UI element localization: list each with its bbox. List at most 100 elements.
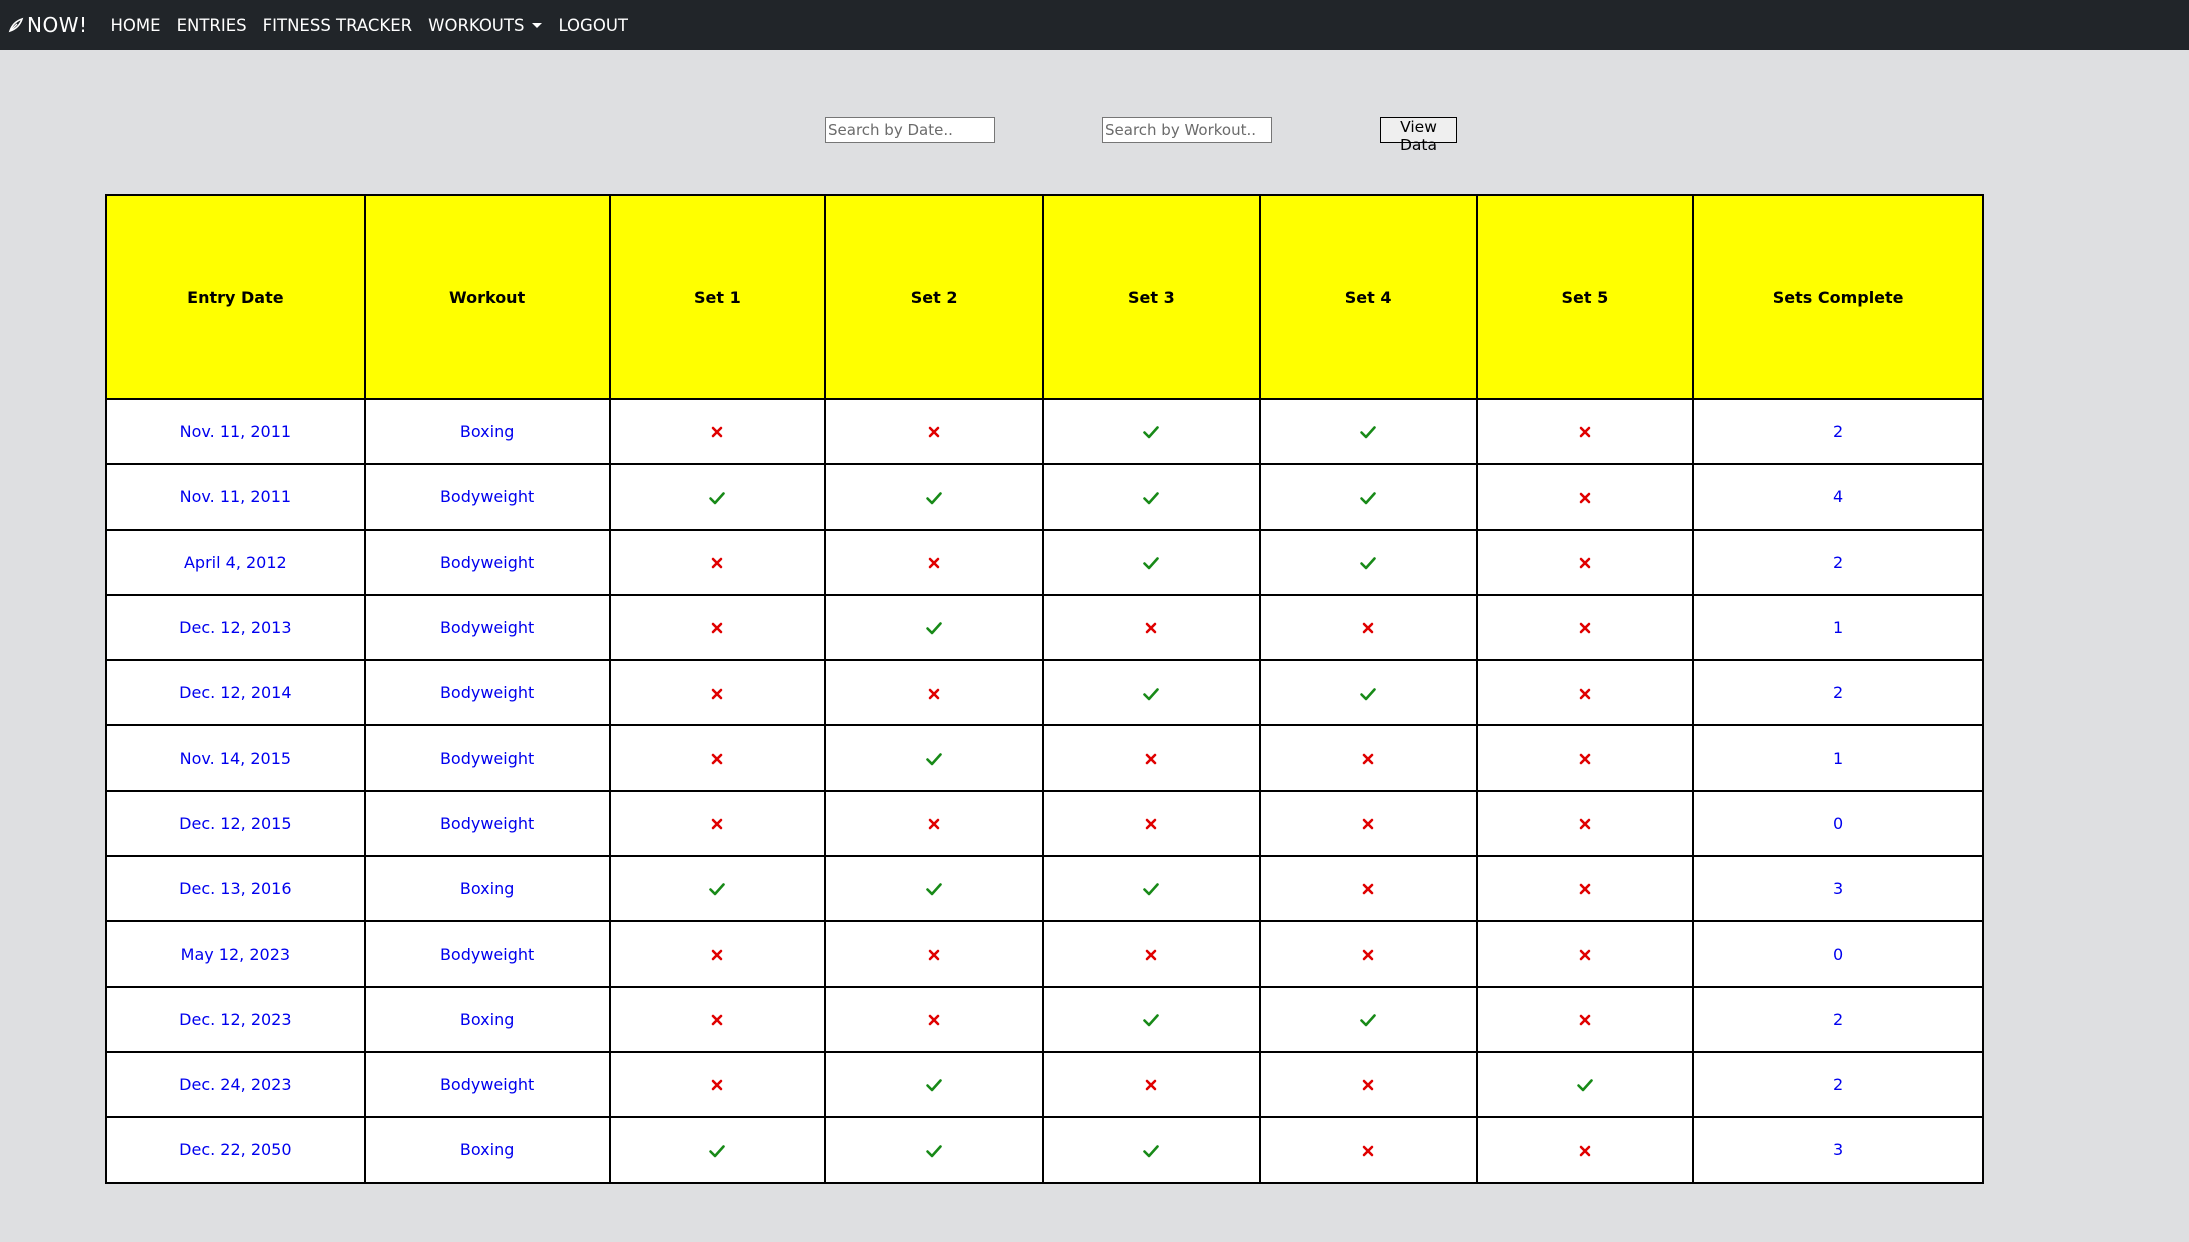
set-3-cell (1042, 985, 1261, 1053)
set-3-cell (1042, 463, 1261, 531)
cross-icon (1579, 949, 1591, 961)
set-2-cell (824, 463, 1044, 531)
nav-fitness-tracker-link[interactable]: FITNESS TRACKER (263, 16, 413, 35)
cross-icon (1579, 427, 1591, 438)
entry-date-cell[interactable]: Nov. 11, 2011 (105, 463, 366, 531)
cross-icon (1362, 1145, 1374, 1156)
cross-icon (1146, 622, 1157, 634)
set-1-cell (608, 985, 827, 1053)
sets-complete-cell[interactable]: 1 (1692, 724, 1984, 792)
check-icon (709, 883, 726, 896)
set-4-cell (1258, 789, 1478, 858)
check-icon (926, 622, 942, 635)
workout-cell[interactable]: Bodyweight (363, 789, 611, 858)
workout-cell[interactable]: Bodyweight (363, 593, 611, 662)
set-5-cell (1475, 463, 1695, 531)
set-5-cell (1475, 855, 1695, 923)
set-2-cell (824, 1116, 1044, 1184)
set-5-cell (1475, 528, 1695, 596)
nav-home-link[interactable]: HOME (111, 16, 161, 35)
brand-logo[interactable]: NOW! (8, 13, 88, 37)
entry-date-cell[interactable]: Nov. 14, 2015 (105, 724, 366, 792)
set-1-cell (608, 463, 827, 531)
set-3-cell (1042, 659, 1261, 727)
search-by-date-input[interactable] (825, 117, 995, 143)
cross-icon (712, 622, 723, 634)
entry-date-cell[interactable]: April 4, 2012 (105, 528, 366, 596)
sets-complete-cell[interactable]: 2 (1692, 528, 1984, 596)
header-entry-date[interactable]: Entry Date (105, 194, 366, 400)
workout-cell[interactable]: Bodyweight (363, 463, 611, 531)
header-workout[interactable]: Workout (363, 194, 611, 400)
set-4-cell (1258, 528, 1478, 596)
cross-icon (1362, 884, 1374, 895)
entry-date-cell[interactable]: Dec. 24, 2023 (105, 1050, 366, 1119)
sets-complete-cell[interactable]: 2 (1692, 659, 1984, 727)
workout-cell[interactable]: Bodyweight (363, 659, 611, 727)
workout-cell[interactable]: Boxing (363, 855, 611, 923)
set-3-cell (1042, 593, 1261, 662)
set-5-cell (1475, 1050, 1695, 1119)
header-set-5[interactable]: Set 5 (1475, 194, 1695, 400)
workout-cell[interactable]: Boxing (363, 1116, 611, 1184)
sets-complete-cell[interactable]: 3 (1692, 1116, 1984, 1184)
set-4-cell (1258, 985, 1478, 1053)
sets-complete-cell[interactable]: 0 (1692, 789, 1984, 858)
entry-date-cell[interactable]: Dec. 22, 2050 (105, 1116, 366, 1184)
entry-date-cell[interactable]: Nov. 11, 2011 (105, 397, 366, 466)
check-icon (926, 1144, 942, 1157)
check-icon (1143, 491, 1160, 504)
header-set-1[interactable]: Set 1 (608, 194, 827, 400)
workout-cell[interactable]: Bodyweight (363, 920, 611, 988)
cross-icon (712, 557, 723, 569)
nav-links: HOME ENTRIES FITNESS TRACKER WORKOUTS LO… (111, 16, 644, 35)
sets-complete-cell[interactable]: 3 (1692, 855, 1984, 923)
set-4-cell (1258, 1050, 1478, 1119)
header-set-3[interactable]: Set 3 (1042, 194, 1261, 400)
nav-logout-link[interactable]: LOGOUT (558, 16, 628, 35)
nav-entries-link[interactable]: ENTRIES (177, 16, 247, 35)
search-by-workout-input[interactable] (1102, 117, 1272, 143)
entry-date-cell[interactable]: Dec. 12, 2014 (105, 659, 366, 727)
set-5-cell (1475, 920, 1695, 988)
set-5-cell (1475, 659, 1695, 727)
entry-date-cell[interactable]: Dec. 12, 2015 (105, 789, 366, 858)
view-data-button[interactable]: View Data (1380, 117, 1457, 154)
table-row: Dec. 12, 2023 Boxing 2 (105, 985, 1984, 1053)
sets-complete-cell[interactable]: 0 (1692, 920, 1984, 988)
table-row: Dec. 24, 2023 Bodyweight 2 (105, 1050, 1984, 1119)
workout-cell[interactable]: Boxing (363, 985, 611, 1053)
cross-icon (928, 557, 940, 569)
workout-cell[interactable]: Bodyweight (363, 528, 611, 596)
set-3-cell (1042, 920, 1261, 988)
cross-icon (1362, 818, 1374, 830)
workout-cell[interactable]: Boxing (363, 397, 611, 466)
entry-date-cell[interactable]: Dec. 12, 2023 (105, 985, 366, 1053)
header-sets-complete[interactable]: Sets Complete (1692, 194, 1984, 400)
check-icon (1143, 426, 1160, 439)
sets-complete-cell[interactable]: 1 (1692, 593, 1984, 662)
cross-icon (928, 688, 940, 699)
sets-complete-cell[interactable]: 2 (1692, 397, 1984, 466)
set-3-cell (1042, 528, 1261, 596)
entry-date-cell[interactable]: May 12, 2023 (105, 920, 366, 988)
workout-cell[interactable]: Bodyweight (363, 724, 611, 792)
set-2-cell (824, 1050, 1044, 1119)
cross-icon (712, 949, 723, 961)
header-set-2[interactable]: Set 2 (824, 194, 1044, 400)
cross-icon (1579, 884, 1591, 895)
workout-cell[interactable]: Bodyweight (363, 1050, 611, 1119)
set-5-cell (1475, 593, 1695, 662)
cross-icon (928, 427, 940, 438)
entry-date-cell[interactable]: Dec. 12, 2013 (105, 593, 366, 662)
sets-complete-cell[interactable]: 2 (1692, 985, 1984, 1053)
entry-date-cell[interactable]: Dec. 13, 2016 (105, 855, 366, 923)
check-icon (1143, 1014, 1160, 1027)
header-set-4[interactable]: Set 4 (1258, 194, 1478, 400)
set-2-cell (824, 593, 1044, 662)
nav-workouts-dropdown[interactable]: WORKOUTS (428, 16, 543, 35)
sets-complete-cell[interactable]: 2 (1692, 1050, 1984, 1119)
cross-icon (1362, 622, 1374, 634)
sets-complete-cell[interactable]: 4 (1692, 463, 1984, 531)
cross-icon (1579, 622, 1591, 634)
